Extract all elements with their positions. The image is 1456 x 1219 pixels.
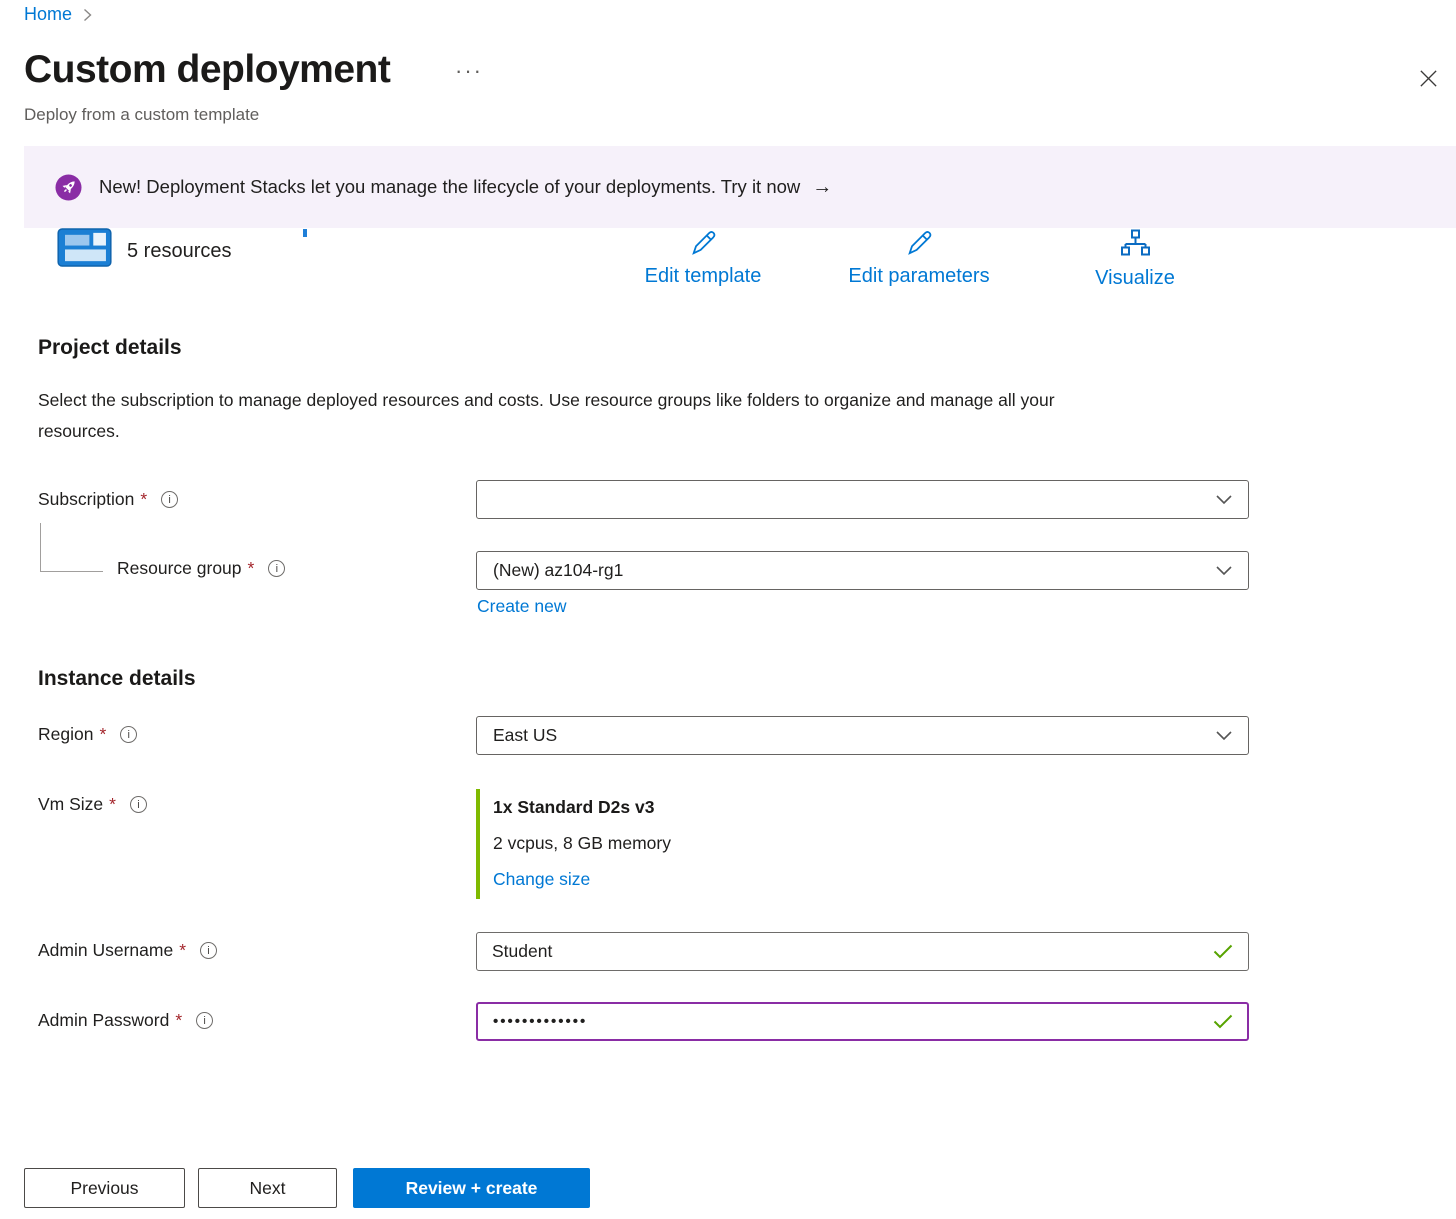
edit-parameters-button[interactable]: Edit parameters bbox=[834, 228, 1004, 288]
info-icon[interactable]: i bbox=[161, 491, 178, 508]
admin-password-input[interactable] bbox=[476, 1002, 1249, 1041]
resources-count: 5 resources bbox=[127, 240, 232, 263]
create-new-link[interactable]: Create new bbox=[477, 596, 567, 617]
breadcrumb-home-link[interactable]: Home bbox=[24, 4, 72, 25]
subscription-label-text: Subscription bbox=[38, 489, 134, 510]
required-asterisk: * bbox=[99, 724, 106, 745]
chevron-down-icon bbox=[1216, 731, 1232, 741]
edit-template-button[interactable]: Edit template bbox=[627, 228, 779, 288]
region-dropdown[interactable]: East US bbox=[476, 716, 1249, 755]
info-icon[interactable]: i bbox=[268, 560, 285, 577]
clipped-tab-indicator bbox=[303, 229, 307, 237]
info-icon[interactable]: i bbox=[120, 726, 137, 743]
required-asterisk: * bbox=[179, 940, 186, 961]
edit-parameters-label: Edit parameters bbox=[848, 265, 989, 288]
next-button[interactable]: Next bbox=[198, 1168, 337, 1208]
review-create-button[interactable]: Review + create bbox=[353, 1168, 590, 1208]
chevron-down-icon bbox=[1216, 566, 1232, 576]
vm-size-selection: 1x Standard D2s v3 2 vcpus, 8 GB memory … bbox=[476, 789, 671, 899]
admin-password-label: Admin Password * i bbox=[38, 1010, 213, 1031]
valid-checkmark-icon bbox=[1213, 1014, 1233, 1034]
previous-button[interactable]: Previous bbox=[24, 1168, 185, 1208]
info-icon[interactable]: i bbox=[200, 942, 217, 959]
breadcrumb-chevron-icon bbox=[82, 7, 93, 23]
close-icon[interactable] bbox=[1412, 62, 1444, 94]
vm-size-detail: 2 vcpus, 8 GB memory bbox=[493, 825, 671, 861]
custom-deployment-page: Home Custom deployment ··· Deploy from a… bbox=[0, 0, 1456, 1219]
required-asterisk: * bbox=[109, 794, 116, 815]
instance-details-heading: Instance details bbox=[38, 667, 196, 691]
chevron-down-icon bbox=[1216, 495, 1232, 505]
change-size-link[interactable]: Change size bbox=[493, 869, 590, 889]
resource-group-dropdown[interactable]: (New) az104-rg1 bbox=[476, 551, 1249, 590]
project-details-heading: Project details bbox=[38, 336, 182, 360]
banner-message: New! Deployment Stacks let you manage th… bbox=[99, 176, 800, 198]
info-icon[interactable]: i bbox=[196, 1012, 213, 1029]
region-label: Region * i bbox=[38, 724, 137, 745]
admin-username-label: Admin Username * i bbox=[38, 940, 217, 961]
vm-size-label-text: Vm Size bbox=[38, 794, 103, 815]
deployment-stacks-banner[interactable]: New! Deployment Stacks let you manage th… bbox=[24, 146, 1456, 228]
arrow-right-icon: → bbox=[812, 176, 832, 199]
page-title: Custom deployment bbox=[24, 48, 390, 92]
pencil-icon bbox=[688, 228, 718, 261]
region-value: East US bbox=[493, 725, 557, 746]
vm-size-label: Vm Size * i bbox=[38, 794, 147, 815]
required-asterisk: * bbox=[140, 489, 147, 510]
region-label-text: Region bbox=[38, 724, 93, 745]
page-subtitle: Deploy from a custom template bbox=[24, 105, 259, 125]
valid-checkmark-icon bbox=[1213, 944, 1233, 964]
rocket-icon bbox=[55, 174, 82, 201]
subscription-label: Subscription * i bbox=[38, 489, 178, 510]
visualize-label: Visualize bbox=[1095, 267, 1175, 290]
org-chart-icon bbox=[1119, 228, 1152, 263]
context-menu-ellipsis-icon[interactable]: ··· bbox=[455, 58, 483, 84]
visualize-button[interactable]: Visualize bbox=[1075, 228, 1195, 290]
subscription-dropdown[interactable] bbox=[476, 480, 1249, 519]
vm-size-title: 1x Standard D2s v3 bbox=[493, 789, 671, 825]
template-icon bbox=[57, 228, 112, 272]
resource-group-value: (New) az104-rg1 bbox=[493, 560, 623, 581]
info-icon[interactable]: i bbox=[130, 796, 147, 813]
resource-group-label-text: Resource group bbox=[117, 558, 242, 579]
admin-username-label-text: Admin Username bbox=[38, 940, 173, 961]
project-details-description: Select the subscription to manage deploy… bbox=[38, 385, 1098, 447]
resource-group-label: Resource group * i bbox=[117, 558, 285, 579]
required-asterisk: * bbox=[248, 558, 255, 579]
edit-template-label: Edit template bbox=[645, 265, 762, 288]
indent-connector-line bbox=[40, 523, 103, 572]
required-asterisk: * bbox=[175, 1010, 182, 1031]
pencil-icon bbox=[904, 228, 934, 261]
admin-password-label-text: Admin Password bbox=[38, 1010, 169, 1031]
admin-username-input[interactable] bbox=[476, 932, 1249, 971]
breadcrumb: Home bbox=[24, 4, 93, 25]
